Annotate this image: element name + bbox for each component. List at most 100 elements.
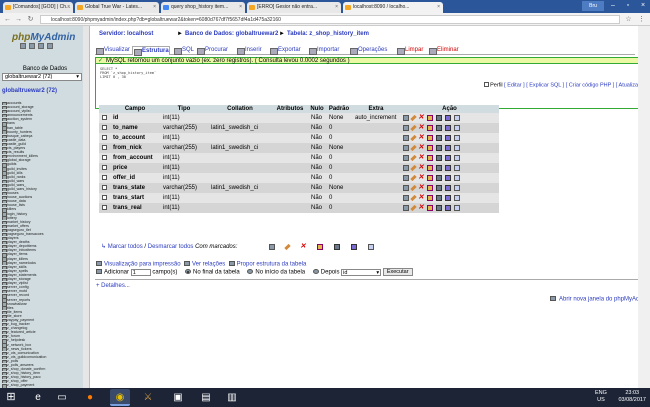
delete-icon[interactable]: ✕ <box>418 174 424 181</box>
delete-icon[interactable]: ✕ <box>418 164 424 171</box>
row-checkbox[interactable] <box>102 204 107 210</box>
breadcrumb-database[interactable]: Banco de Dados: globaltruewar2 <box>185 31 278 37</box>
radio-after[interactable] <box>312 269 319 275</box>
browser-tab-5[interactable]: localhost:8090 / localho... × <box>343 2 443 13</box>
index-icon[interactable] <box>445 164 451 171</box>
app-icon-3[interactable]: ▥ <box>222 389 242 406</box>
tab-eliminar[interactable]: Eliminar <box>428 46 459 55</box>
edit-icon[interactable] <box>410 124 417 131</box>
primary-key-icon[interactable] <box>427 124 433 131</box>
browse-distinct-icon[interactable] <box>403 164 409 171</box>
bulk-primary-icon[interactable] <box>317 244 323 250</box>
delete-icon[interactable]: ✕ <box>418 204 424 211</box>
edit-icon[interactable] <box>410 184 417 191</box>
unselect-all-link[interactable]: Desmarcar todos <box>148 244 194 250</box>
primary-key-icon[interactable] <box>427 134 433 141</box>
browse-distinct-icon[interactable] <box>403 204 409 211</box>
main-scrollbar[interactable] <box>638 26 650 388</box>
fulltext-icon[interactable] <box>454 184 460 191</box>
browse-distinct-icon[interactable] <box>403 194 409 201</box>
row-checkbox[interactable] <box>102 124 107 130</box>
index-icon[interactable] <box>445 154 451 161</box>
profile-checkbox[interactable] <box>484 82 490 87</box>
tab-estrutura[interactable]: Estrutura <box>132 46 170 56</box>
home-icon[interactable] <box>20 43 26 49</box>
browser-tab-2[interactable]: Global True War - Lates... × <box>75 2 159 13</box>
tab-visualizar[interactable]: Visualizar <box>95 46 130 55</box>
row-checkbox[interactable] <box>102 194 107 200</box>
radio-start-of-table[interactable] <box>247 269 254 275</box>
docs-icon[interactable] <box>38 43 44 49</box>
clock[interactable]: 23:03 03/08/2017 <box>618 390 646 404</box>
language-indicator[interactable]: ENG US <box>595 390 607 404</box>
browse-distinct-icon[interactable] <box>403 114 409 121</box>
database-title-link[interactable]: globaltruewar2 (72) <box>2 88 57 94</box>
row-checkbox[interactable] <box>102 164 107 170</box>
help-icon[interactable] <box>47 43 53 49</box>
firefox-icon[interactable]: ● <box>80 389 100 406</box>
fulltext-icon[interactable] <box>454 124 460 131</box>
index-icon[interactable] <box>445 134 451 141</box>
back-icon[interactable]: ← <box>3 15 12 24</box>
browse-distinct-icon[interactable] <box>403 154 409 161</box>
unique-icon[interactable] <box>436 144 442 151</box>
fulltext-icon[interactable] <box>454 144 460 151</box>
browse-distinct-icon[interactable] <box>403 144 409 151</box>
index-icon[interactable] <box>445 184 451 191</box>
tab-close-icon[interactable]: × <box>153 2 156 13</box>
sql-icon[interactable] <box>29 43 35 49</box>
star-icon[interactable]: ☆ <box>624 15 633 24</box>
browse-distinct-icon[interactable] <box>403 184 409 191</box>
primary-key-icon[interactable] <box>427 194 433 201</box>
breadcrumb-table[interactable]: Tabela: z_shop_history_item <box>287 31 369 37</box>
ie-icon[interactable]: e <box>28 389 48 406</box>
details-link[interactable]: + Detalhes... <box>96 283 130 289</box>
edit-icon[interactable] <box>410 194 417 201</box>
browse-distinct-icon[interactable] <box>403 134 409 141</box>
app-icon-2[interactable]: ▤ <box>196 389 216 406</box>
unique-icon[interactable] <box>436 134 442 141</box>
edit-icon[interactable] <box>410 154 417 161</box>
tab-limpar[interactable]: Limpar <box>396 46 423 55</box>
delete-icon[interactable]: ✕ <box>418 154 424 161</box>
bulk-fulltext-icon[interactable] <box>368 244 374 250</box>
primary-key-icon[interactable] <box>427 164 433 171</box>
new-window-link[interactable]: Abrir nova janela do phpMyAdmin <box>559 297 649 303</box>
bulk-browse-icon[interactable] <box>269 244 275 250</box>
tab-close-icon[interactable]: × <box>239 2 242 13</box>
delete-icon[interactable]: ✕ <box>418 184 424 191</box>
minimize-icon[interactable]: – <box>606 0 620 11</box>
row-checkbox[interactable] <box>102 134 107 140</box>
row-checkbox[interactable] <box>102 154 107 160</box>
index-icon[interactable] <box>445 174 451 181</box>
delete-icon[interactable]: ✕ <box>418 194 424 201</box>
tab-close-icon[interactable]: × <box>335 2 338 13</box>
index-icon[interactable] <box>445 204 451 211</box>
unique-icon[interactable] <box>436 124 442 131</box>
tab-operacoes[interactable]: Operações <box>349 46 387 55</box>
unique-icon[interactable] <box>436 114 442 121</box>
tab-exportar[interactable]: Exportar <box>269 46 301 55</box>
index-icon[interactable] <box>445 124 451 131</box>
menu-icon[interactable]: ⋮ <box>637 15 646 24</box>
tab-inserir[interactable]: Inserir <box>236 46 262 55</box>
row-checkbox[interactable] <box>102 144 107 150</box>
forward-icon[interactable]: → <box>14 15 23 24</box>
game-client-icon[interactable]: ⚔ <box>138 389 158 406</box>
primary-key-icon[interactable] <box>427 174 433 181</box>
close-window-icon[interactable]: × <box>636 0 650 11</box>
delete-icon[interactable]: ✕ <box>418 134 424 141</box>
select-all-link[interactable]: Marcar todos <box>108 244 143 250</box>
browser-tab-1[interactable]: [Comandos] [GOD] | Ch... × <box>3 2 73 13</box>
unique-icon[interactable] <box>436 194 442 201</box>
tab-importar[interactable]: Importar <box>308 46 339 55</box>
fulltext-icon[interactable] <box>454 174 460 181</box>
delete-icon[interactable]: ✕ <box>418 114 424 121</box>
unique-icon[interactable] <box>436 204 442 211</box>
app-icon-1[interactable]: ▣ <box>168 389 188 406</box>
tab-close-icon[interactable]: × <box>437 2 440 13</box>
file-explorer-icon[interactable]: ▭ <box>52 389 72 406</box>
bulk-index-icon[interactable] <box>351 244 357 250</box>
row-checkbox[interactable] <box>102 174 107 180</box>
propose-structure-link[interactable]: Propor estrutura da tabela <box>237 262 307 268</box>
